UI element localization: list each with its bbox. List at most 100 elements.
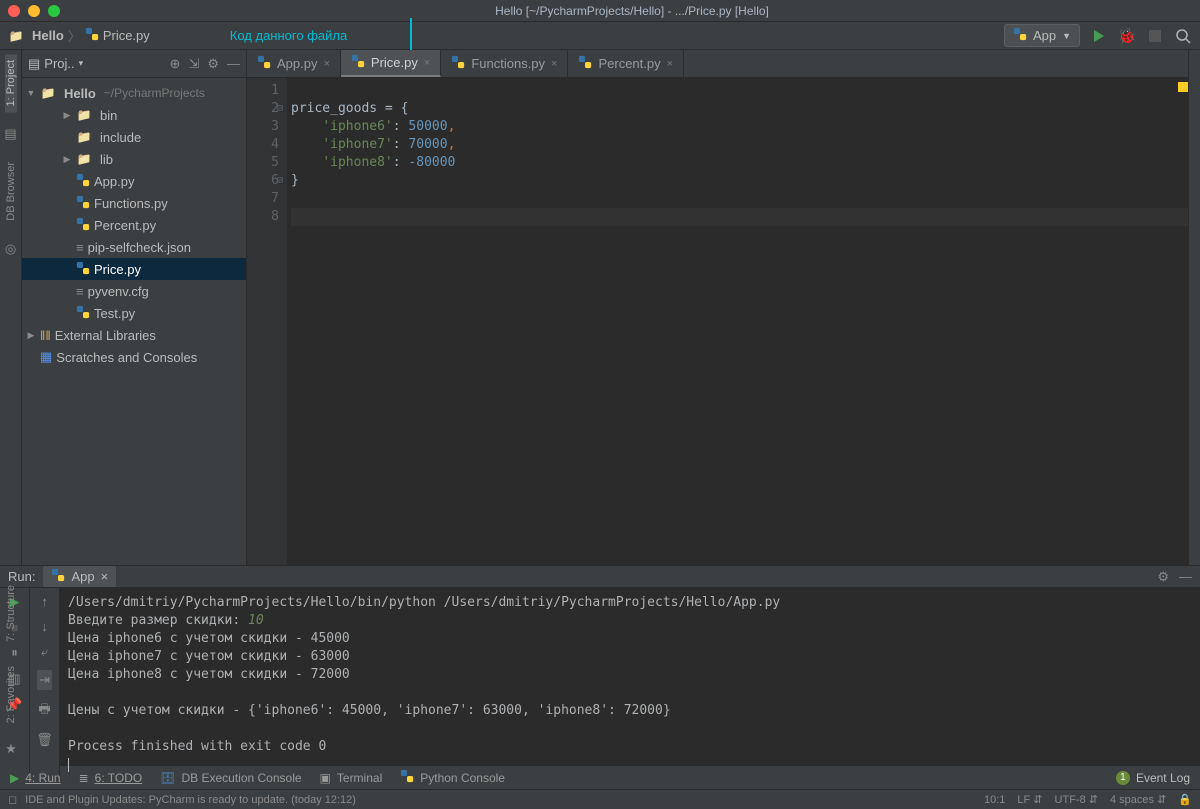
tree-external-libraries[interactable]: ▶ ‖‖ External Libraries bbox=[22, 324, 246, 346]
tree-item[interactable]: Percent.py bbox=[22, 214, 246, 236]
editor-tab[interactable]: App.py × bbox=[247, 50, 341, 77]
gear-icon[interactable]: ⚙ bbox=[207, 56, 219, 72]
fold-icon[interactable]: ⊟ bbox=[275, 172, 285, 190]
tree-item[interactable]: ≡pyvenv.cfg bbox=[22, 280, 246, 302]
minimize-window-icon[interactable] bbox=[28, 5, 40, 17]
python-icon bbox=[451, 55, 465, 72]
left-tool-strip: 1: Project ▤ DB Browser ◎ bbox=[0, 50, 22, 565]
tree-item[interactable]: Test.py bbox=[22, 302, 246, 324]
line-number: 5 bbox=[247, 154, 279, 172]
tree-item[interactable]: ▶lib bbox=[22, 148, 246, 170]
console-line: Цена iphone6 с учетом скидки - 45000 bbox=[68, 630, 1192, 648]
status-encoding[interactable]: UTF-8 ⇵ bbox=[1055, 793, 1098, 806]
python-icon bbox=[51, 568, 65, 585]
tree-item-label: Price.py bbox=[94, 262, 141, 277]
bottom-tab-python-console[interactable]: Python Console bbox=[400, 769, 505, 786]
tree-item[interactable]: ≡pip-selfcheck.json bbox=[22, 236, 246, 258]
lock-icon[interactable]: 🔒 bbox=[1178, 793, 1192, 806]
terminal-icon: ▣ bbox=[320, 771, 331, 785]
caret-icon[interactable]: ▶ bbox=[62, 154, 72, 165]
status-caret-pos[interactable]: 10:1 bbox=[984, 794, 1005, 806]
libraries-icon: ‖‖ bbox=[40, 328, 51, 343]
close-icon[interactable]: × bbox=[551, 58, 557, 70]
bottom-tab-todo[interactable]: ≣6: TODO bbox=[79, 771, 143, 785]
tab-label: App.py bbox=[277, 56, 317, 71]
run-icon: ▶ bbox=[10, 771, 19, 785]
scratches-icon: ▦ bbox=[40, 349, 52, 365]
wrap-icon[interactable]: ⤶ bbox=[41, 644, 48, 660]
editor-tab[interactable]: Functions.py× bbox=[441, 50, 568, 77]
hide-panel-icon[interactable]: — bbox=[227, 56, 240, 72]
close-window-icon[interactable] bbox=[8, 5, 20, 17]
tree-item[interactable]: Price.py bbox=[22, 258, 246, 280]
hide-panel-icon[interactable]: — bbox=[1179, 569, 1192, 585]
folder-icon bbox=[40, 85, 56, 101]
bottom-tab-terminal[interactable]: ▣Terminal bbox=[320, 771, 383, 785]
project-panel: ▤ Proj.. ▾ ⊕ ⇲ ⚙ — ▼ Hello ~/PycharmProj… bbox=[22, 50, 247, 565]
caret-right-icon[interactable]: ▶ bbox=[26, 330, 36, 341]
code-content[interactable]: ⊟price_goods = { 'iphone6': 50000, 'ipho… bbox=[287, 78, 1188, 565]
toggle-tools-icon[interactable]: ◻ bbox=[8, 793, 17, 806]
caret-down-icon[interactable]: ▼ bbox=[26, 88, 36, 98]
db-icon[interactable]: ▤ bbox=[4, 126, 16, 142]
bottom-tab-run[interactable]: ▶4: Run bbox=[10, 771, 61, 785]
tree-item[interactable]: Functions.py bbox=[22, 192, 246, 214]
run-toolbar-console: ↑ ↓ ⤶ ⇥ 🖶 🗑 bbox=[30, 588, 60, 780]
search-icon[interactable] bbox=[1174, 27, 1192, 45]
fold-icon[interactable]: ⊟ bbox=[275, 100, 285, 118]
project-panel-title[interactable]: Proj.. bbox=[44, 56, 74, 71]
status-line-ending[interactable]: LF ⇵ bbox=[1017, 793, 1042, 806]
breadcrumb[interactable]: Hello 〉 Price.py bbox=[8, 26, 150, 45]
tree-item[interactable]: App.py bbox=[22, 170, 246, 192]
side-tab-favorites[interactable]: 2: Favorites bbox=[5, 660, 17, 729]
tree-item-label: Test.py bbox=[94, 306, 135, 321]
tree-scratches[interactable]: ▦ Scratches and Consoles bbox=[22, 346, 246, 368]
scroll-icon[interactable]: ⇥ bbox=[37, 670, 52, 690]
titlebar: Hello [~/PycharmProjects/Hello] - .../Pr… bbox=[0, 0, 1200, 22]
collapse-icon[interactable]: ⇲ bbox=[188, 56, 199, 72]
star-icon[interactable]: ★ bbox=[5, 741, 17, 757]
side-tab-structure[interactable]: 7: Structure bbox=[5, 579, 17, 648]
tree-item-label: External Libraries bbox=[55, 328, 156, 343]
bottom-tab-db-exec[interactable]: 🗄DB Execution Console bbox=[160, 771, 301, 785]
side-tab-project[interactable]: 1: Project bbox=[5, 54, 17, 112]
print-icon[interactable]: 🖶 bbox=[38, 700, 50, 722]
side-tab-db-browser[interactable]: DB Browser bbox=[5, 156, 17, 227]
trash-icon[interactable]: 🗑 bbox=[36, 732, 53, 748]
tree-item[interactable]: ▶bin bbox=[22, 104, 246, 126]
close-icon[interactable]: × bbox=[323, 58, 329, 70]
editor-tab[interactable]: Price.py× bbox=[341, 50, 441, 77]
run-button[interactable] bbox=[1090, 27, 1108, 45]
editor-tabs: App.py×Price.py×Functions.py×Percent.py× bbox=[247, 50, 1188, 78]
chevron-down-icon[interactable]: ▾ bbox=[79, 58, 84, 69]
tree-root[interactable]: ▼ Hello ~/PycharmProjects bbox=[22, 82, 246, 104]
status-message[interactable]: IDE and Plugin Updates: PyCharm is ready… bbox=[25, 794, 356, 806]
warning-stripe-icon[interactable] bbox=[1178, 82, 1188, 92]
breadcrumb-project[interactable]: Hello bbox=[32, 28, 64, 43]
caret-icon[interactable]: ▶ bbox=[62, 110, 72, 121]
run-console[interactable]: /Users/dmitriy/PycharmProjects/Hello/bin… bbox=[60, 588, 1200, 780]
line-number: 1 bbox=[247, 82, 279, 100]
project-tree[interactable]: ▼ Hello ~/PycharmProjects ▶bininclude▶li… bbox=[22, 78, 246, 565]
code-editor[interactable]: 12345678 ⊟price_goods = { 'iphone6': 500… bbox=[247, 78, 1188, 565]
down-icon[interactable]: ↓ bbox=[41, 619, 48, 634]
close-icon[interactable]: × bbox=[667, 58, 673, 70]
gear-icon[interactable]: ⚙ bbox=[1157, 569, 1169, 585]
status-indent[interactable]: 4 spaces ⇵ bbox=[1110, 793, 1166, 806]
close-icon[interactable]: × bbox=[424, 57, 430, 69]
locate-icon[interactable]: ⊕ bbox=[170, 56, 181, 72]
tree-item[interactable]: include bbox=[22, 126, 246, 148]
stop-button[interactable] bbox=[1146, 27, 1164, 45]
editor-tab[interactable]: Percent.py× bbox=[568, 50, 684, 77]
run-tab[interactable]: App × bbox=[43, 566, 116, 587]
line-number: 3 bbox=[247, 118, 279, 136]
debug-button[interactable]: 🐞 bbox=[1118, 27, 1136, 45]
run-tool-window: Run: App × ⚙ — ▶ ■ ⏸ ▥ 📌 ↑ ↓ ⤶ ⇥ 🖶 🗑 /Us… bbox=[0, 565, 1200, 765]
up-icon[interactable]: ↑ bbox=[41, 594, 48, 609]
maximize-window-icon[interactable] bbox=[48, 5, 60, 17]
run-config-selector[interactable]: App ▼ bbox=[1004, 24, 1080, 47]
close-icon[interactable]: × bbox=[101, 569, 109, 584]
breadcrumb-file[interactable]: Price.py bbox=[103, 28, 150, 43]
bottom-tab-event-log[interactable]: Event Log bbox=[1136, 771, 1190, 785]
gear-icon[interactable]: ◎ bbox=[5, 241, 16, 257]
